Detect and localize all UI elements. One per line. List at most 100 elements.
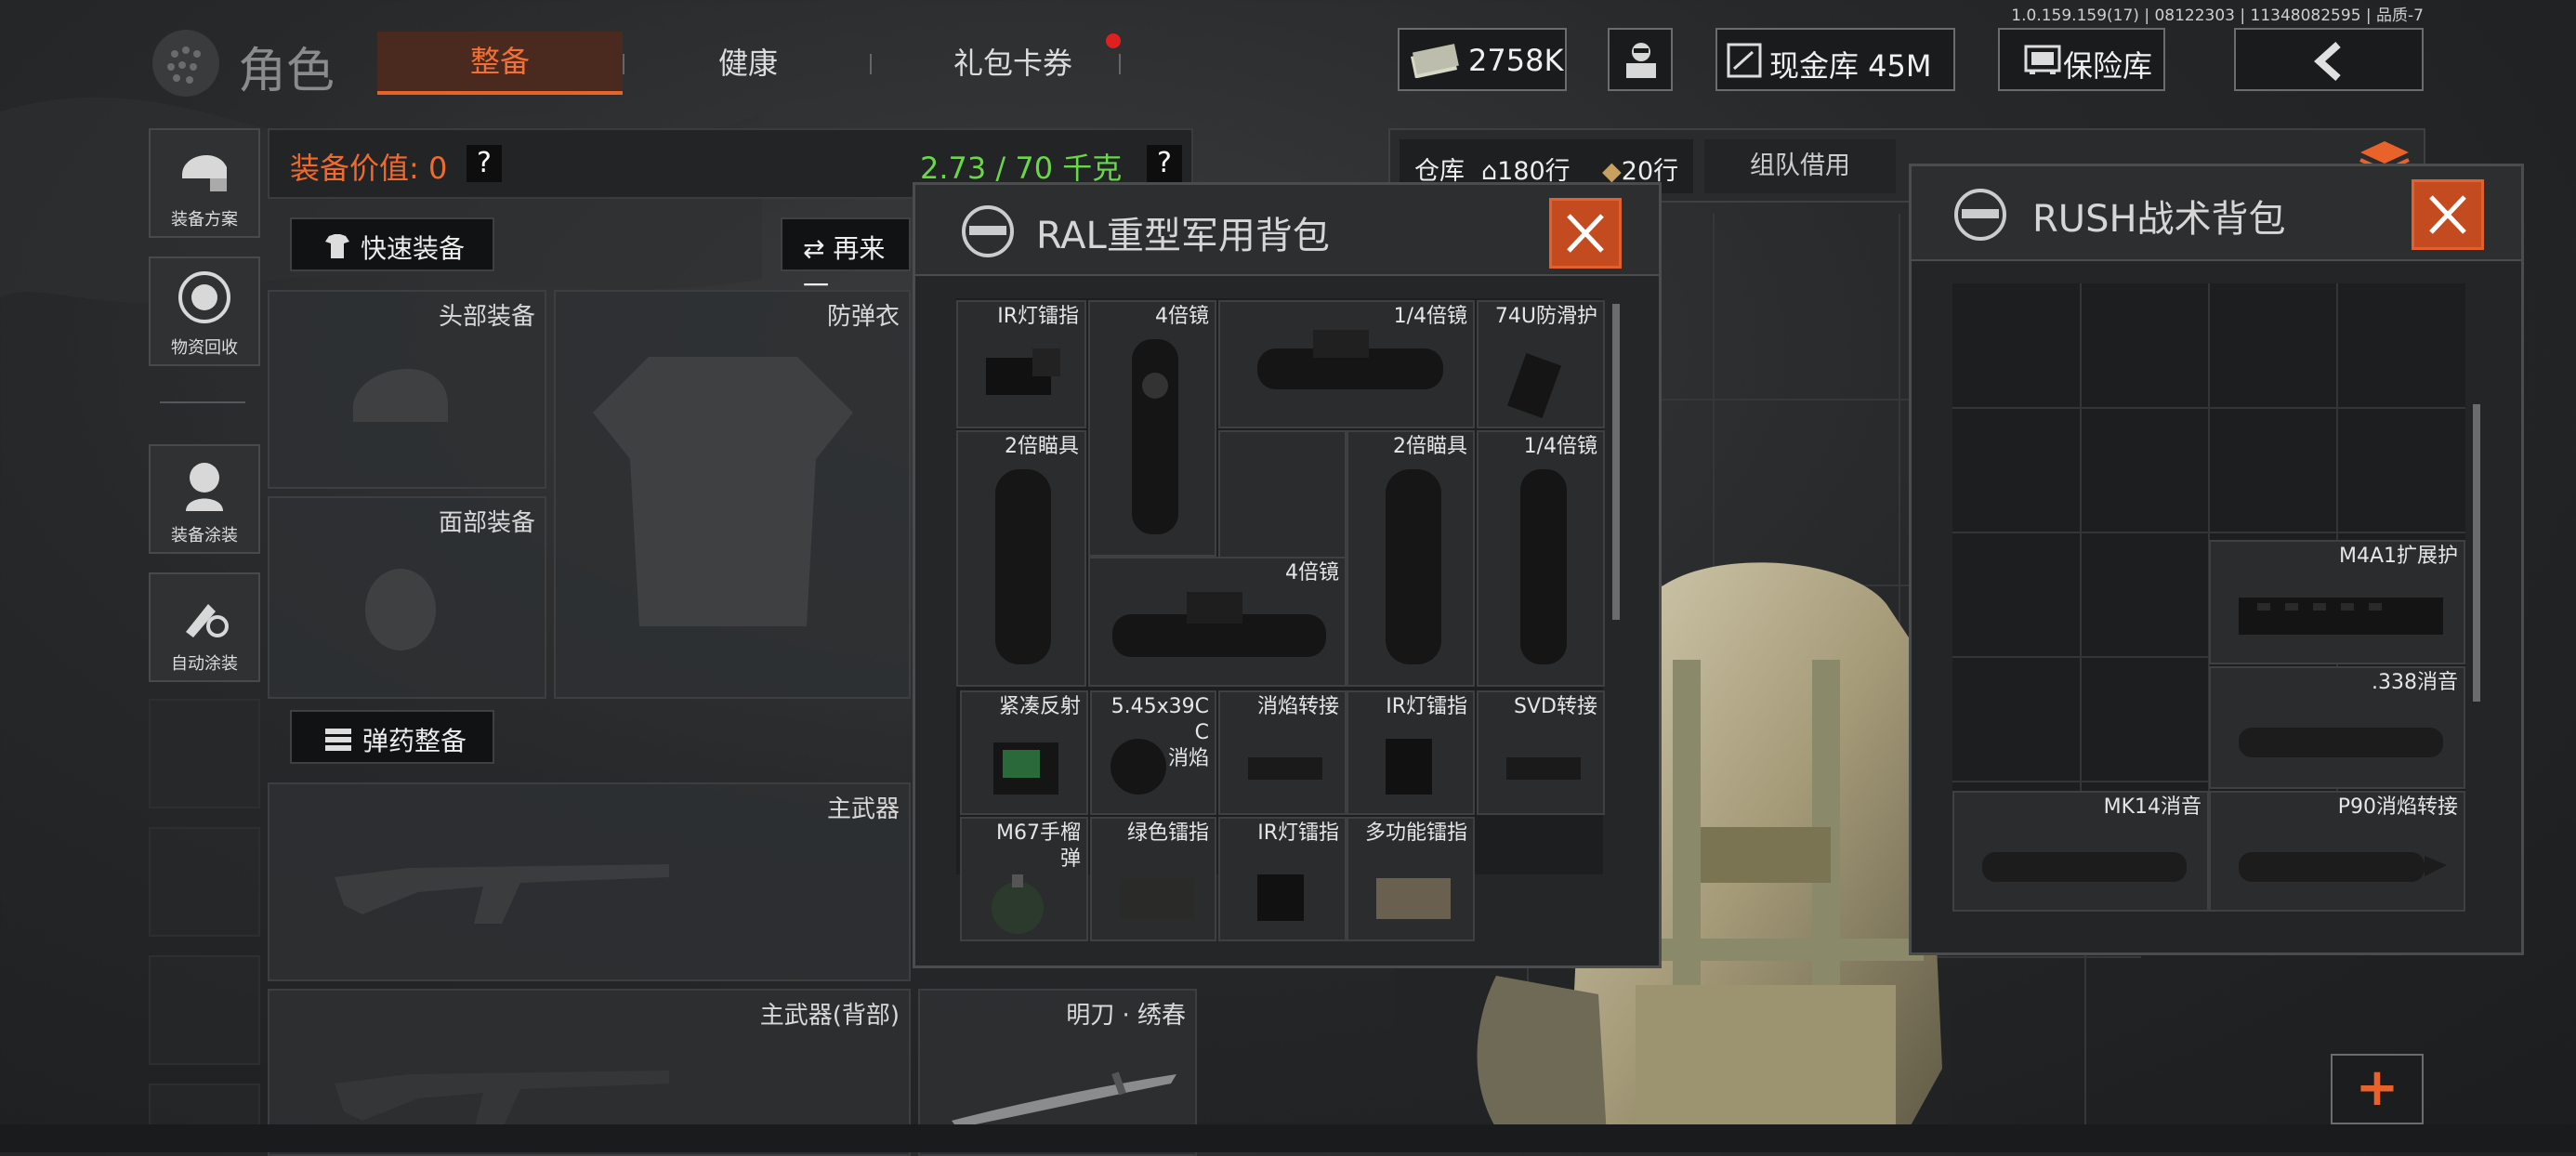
trader-button[interactable] bbox=[1608, 28, 1673, 91]
tab-health-label: 健康 bbox=[717, 46, 778, 81]
flash-hider-icon bbox=[1111, 739, 1166, 795]
item-label: MK14消音 bbox=[2103, 795, 2201, 819]
item-2x-sight[interactable]: 2倍瞄具 bbox=[1347, 430, 1475, 687]
shirt-icon bbox=[325, 234, 349, 258]
again-button[interactable]: ⇄ 再来一 bbox=[781, 217, 911, 301]
trader-icon bbox=[1626, 43, 1656, 78]
slot-head-label: 头部装备 bbox=[438, 303, 535, 331]
value-help-button[interactable]: ? bbox=[467, 145, 502, 182]
rush-close-button[interactable] bbox=[2412, 179, 2484, 250]
helmet-silhouette-icon bbox=[352, 368, 448, 422]
item-svd-adapter[interactable]: SVD转接 bbox=[1477, 690, 1605, 815]
slot-face-label: 面部装备 bbox=[438, 509, 535, 537]
armor-silhouette-icon bbox=[593, 357, 853, 626]
adapter-icon bbox=[1506, 757, 1581, 780]
rush-scrollbar[interactable] bbox=[2473, 404, 2480, 702]
team-borrow-tab[interactable]: 组队借用 bbox=[1704, 139, 1896, 193]
quick-equip-button[interactable]: 快速装备 bbox=[290, 217, 494, 271]
tab-divider bbox=[870, 54, 872, 74]
item-label: M4A1扩展护 bbox=[2338, 545, 2458, 568]
item-ir-laser[interactable]: IR灯镭指 bbox=[956, 300, 1086, 428]
chevron-left-icon bbox=[2314, 42, 2341, 81]
item-label: 74U防滑护 bbox=[1494, 305, 1597, 328]
item-empty[interactable] bbox=[1218, 430, 1347, 558]
item-label: IR灯镭指 bbox=[1386, 695, 1467, 718]
page-title: 角色 bbox=[238, 44, 335, 99]
handguard-icon bbox=[1506, 352, 1562, 419]
vault-icon bbox=[1727, 43, 1762, 78]
ral-window-title: RAL重型军用背包 bbox=[1036, 215, 1330, 257]
suppressor-icon bbox=[1982, 852, 2187, 882]
item-338-suppressor[interactable]: .338消音 bbox=[2209, 666, 2465, 789]
ir-laser-icon bbox=[1386, 739, 1432, 795]
item-label: IR灯镭指 bbox=[1257, 821, 1339, 845]
item-ir-laser[interactable]: IR灯镭指 bbox=[1218, 817, 1347, 941]
item-4x-scope[interactable]: 4倍镜 bbox=[1088, 557, 1347, 687]
sidebar-loadout-plan[interactable]: 装备方案 bbox=[149, 128, 260, 238]
close-icon bbox=[1567, 214, 1604, 253]
slot-primary[interactable]: 主武器 bbox=[268, 782, 911, 981]
slot-head[interactable]: 头部装备 bbox=[268, 290, 546, 489]
item-p90-adapter[interactable]: P90消焰转接 bbox=[2209, 791, 2465, 912]
soldier-icon bbox=[186, 463, 223, 511]
sidebar-divider bbox=[160, 401, 245, 403]
item-multi-laser[interactable]: 多功能镭指 bbox=[1347, 817, 1475, 941]
item-label: .338消音 bbox=[2372, 671, 2458, 694]
item-m67-grenade[interactable]: M67手榴 弹 bbox=[960, 817, 1088, 941]
handguard-icon bbox=[2239, 598, 2443, 635]
item-ir-laser[interactable]: IR灯镭指 bbox=[1347, 690, 1475, 815]
sidebar-supply-recycle[interactable]: 物资回收 bbox=[149, 256, 260, 366]
ral-backpack-window: RAL重型军用背包 IR灯镭指 4倍镜 1/4倍镜 74U防滑护 2倍瞄具 2倍… bbox=[913, 182, 1662, 968]
team-borrow-label: 组队借用 bbox=[1750, 151, 1850, 180]
item-label: 2倍瞄具 bbox=[1005, 435, 1079, 458]
item-label: P90消焰转接 bbox=[2337, 795, 2458, 819]
tab-equip-label: 整备 bbox=[469, 44, 530, 79]
item-m4a1-handguard[interactable]: M4A1扩展护 bbox=[2209, 540, 2465, 664]
plus-icon: + bbox=[2355, 1057, 2399, 1118]
tab-equip[interactable]: 整备 bbox=[377, 32, 623, 95]
slot-armor[interactable]: 防弹衣 bbox=[554, 290, 911, 699]
ammo-icon bbox=[325, 729, 351, 751]
item-green-laser[interactable]: 绿色镭指 bbox=[1090, 817, 1216, 941]
mask-silhouette-icon bbox=[365, 569, 436, 650]
cash-vault-button[interactable]: 现金库 45M bbox=[1715, 28, 1955, 91]
item-label: SVD转接 bbox=[1514, 695, 1597, 718]
item-4x-scope[interactable]: 4倍镜 bbox=[1088, 300, 1216, 557]
version-status: 1.0.159.159(17) | 08122303 | 11348082595… bbox=[2011, 7, 2424, 25]
scope-icon bbox=[1132, 339, 1178, 534]
item-compact-reflex[interactable]: 紧凑反射 bbox=[960, 690, 1088, 815]
grenade-icon bbox=[992, 874, 1044, 934]
tab-health[interactable]: 健康 bbox=[651, 32, 846, 95]
helmet-icon bbox=[182, 154, 227, 191]
sidebar-equip-skin[interactable]: 装备涂装 bbox=[149, 444, 260, 554]
money-value: 2758K bbox=[1468, 43, 1564, 78]
item-74u-handguard[interactable]: 74U防滑护 bbox=[1477, 300, 1605, 428]
ammo-equip-button[interactable]: 弹药整备 bbox=[290, 710, 494, 764]
sight-icon bbox=[995, 469, 1051, 664]
item-545-flash-hider[interactable]: 5.45x39C C 消焰 bbox=[1090, 690, 1216, 815]
ral-scrollbar[interactable] bbox=[1612, 304, 1620, 620]
money-display[interactable]: 2758K bbox=[1398, 28, 1567, 91]
recycle-icon bbox=[178, 271, 230, 323]
item-label: 紧凑反射 bbox=[998, 695, 1081, 718]
slot-face[interactable]: 面部装备 bbox=[268, 496, 546, 699]
tab-gift-cards-label: 礼包卡券 bbox=[953, 46, 1072, 81]
safe-box-button[interactable]: 保险库 bbox=[1998, 28, 2165, 91]
scope-icon bbox=[1520, 469, 1567, 664]
weight-help-button[interactable]: ? bbox=[1147, 145, 1182, 182]
rush-window-header: RUSH战术背包 bbox=[1912, 166, 2521, 261]
ral-close-button[interactable] bbox=[1549, 198, 1622, 269]
add-button[interactable]: + bbox=[2331, 1054, 2424, 1124]
sidebar-auto-skin[interactable]: 自动涂装 bbox=[149, 572, 260, 682]
item-2x-sight[interactable]: 2倍瞄具 bbox=[956, 430, 1086, 687]
refresh-icon: ⇄ bbox=[803, 233, 825, 264]
item-muzzle-adapter[interactable]: 消焰转接 bbox=[1218, 690, 1347, 815]
rush-window-title: RUSH战术背包 bbox=[2032, 198, 2286, 241]
back-button[interactable] bbox=[2234, 28, 2424, 91]
slot-primary-back-label: 主武器(背部) bbox=[759, 1002, 900, 1030]
item-1-4x-scope[interactable]: 1/4倍镜 bbox=[1477, 430, 1605, 687]
item-1-4x-scope[interactable]: 1/4倍镜 bbox=[1218, 300, 1475, 428]
item-mk14-suppressor[interactable]: MK14消音 bbox=[1952, 791, 2209, 912]
sidebar-label: 装备涂装 bbox=[171, 526, 238, 545]
tab-gift-cards[interactable]: 礼包卡券 bbox=[892, 32, 1134, 95]
